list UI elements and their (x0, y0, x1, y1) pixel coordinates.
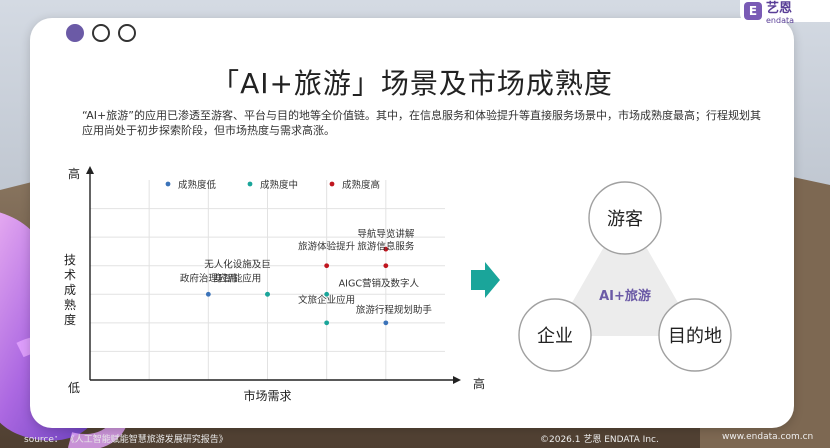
venn-center-label: AI+旅游 (599, 288, 651, 304)
footer-url[interactable]: www.endata.com.cn (722, 432, 813, 442)
logo-name: 艺恩 (766, 1, 793, 16)
data-point (265, 291, 270, 297)
y-axis-title-char: 熟 (64, 297, 76, 312)
venn-circle-destination-label: 目的地 (668, 326, 722, 347)
y-axis-title-char: 术 (64, 268, 76, 282)
content-card: 「AI+旅游」场景及市场成熟度 “AI+旅游”的应用已渗透至游客、平台与目的地等… (30, 18, 794, 428)
data-label: 旅游行程规划助手 (356, 304, 433, 316)
legend-label: 成熟度中 (260, 179, 298, 191)
data-point (205, 291, 211, 297)
legend-marker (329, 181, 335, 187)
right-arrow-icon (471, 262, 500, 298)
venn-circle-enterprise-label: 企业 (537, 326, 573, 347)
footer-source: source： 《人工智能赋能智慧旅游发展研究报告》 (24, 435, 228, 445)
logo-sub: endata (766, 16, 795, 25)
data-label: 身智能应用 (214, 272, 262, 284)
venn-circle-visitor-label: 游客 (607, 209, 643, 230)
origin-label: 低 (68, 381, 80, 395)
maturity-scatter-chart: 高高低市场需求技术成熟度成熟度低 成熟度中 成熟度高政府治理应用旅游行程规划助手无人… (64, 166, 732, 403)
data-label: 旅游信息服务 (357, 241, 415, 253)
data-point (383, 263, 389, 269)
data-label: 旅游体验提升 (298, 241, 356, 253)
logo-mark-icon: E (744, 2, 762, 20)
y-axis-title-char: 度 (64, 312, 76, 327)
brand-logo[interactable]: E 艺恩 endata (740, 0, 830, 25)
data-label: 无人化设施及巨 (204, 258, 271, 270)
data-label: 导航导览讲解 (357, 228, 415, 240)
x-high-label: 高 (473, 376, 485, 391)
legend-label: 成熟度低 (178, 179, 217, 191)
y-axis-title-char: 技 (64, 253, 76, 267)
data-point (324, 263, 330, 269)
data-point (383, 320, 389, 326)
legend-marker (247, 181, 253, 187)
legend-marker (165, 181, 171, 187)
data-label: AIGC营销及数字人 (339, 277, 420, 289)
legend-label: 成熟度高 (342, 179, 380, 191)
footer-copyright: ©2026.1 艺恩 ENDATA Inc. (540, 435, 659, 445)
x-axis-title: 市场需求 (243, 388, 291, 403)
x-axis-arrow-icon (453, 376, 461, 384)
data-point (324, 320, 330, 326)
y-high-label: 高 (68, 166, 80, 181)
y-axis-title-char: 成 (64, 283, 76, 297)
y-axis-arrow-icon (86, 166, 94, 174)
data-label: 文旅企业应用 (298, 294, 355, 306)
